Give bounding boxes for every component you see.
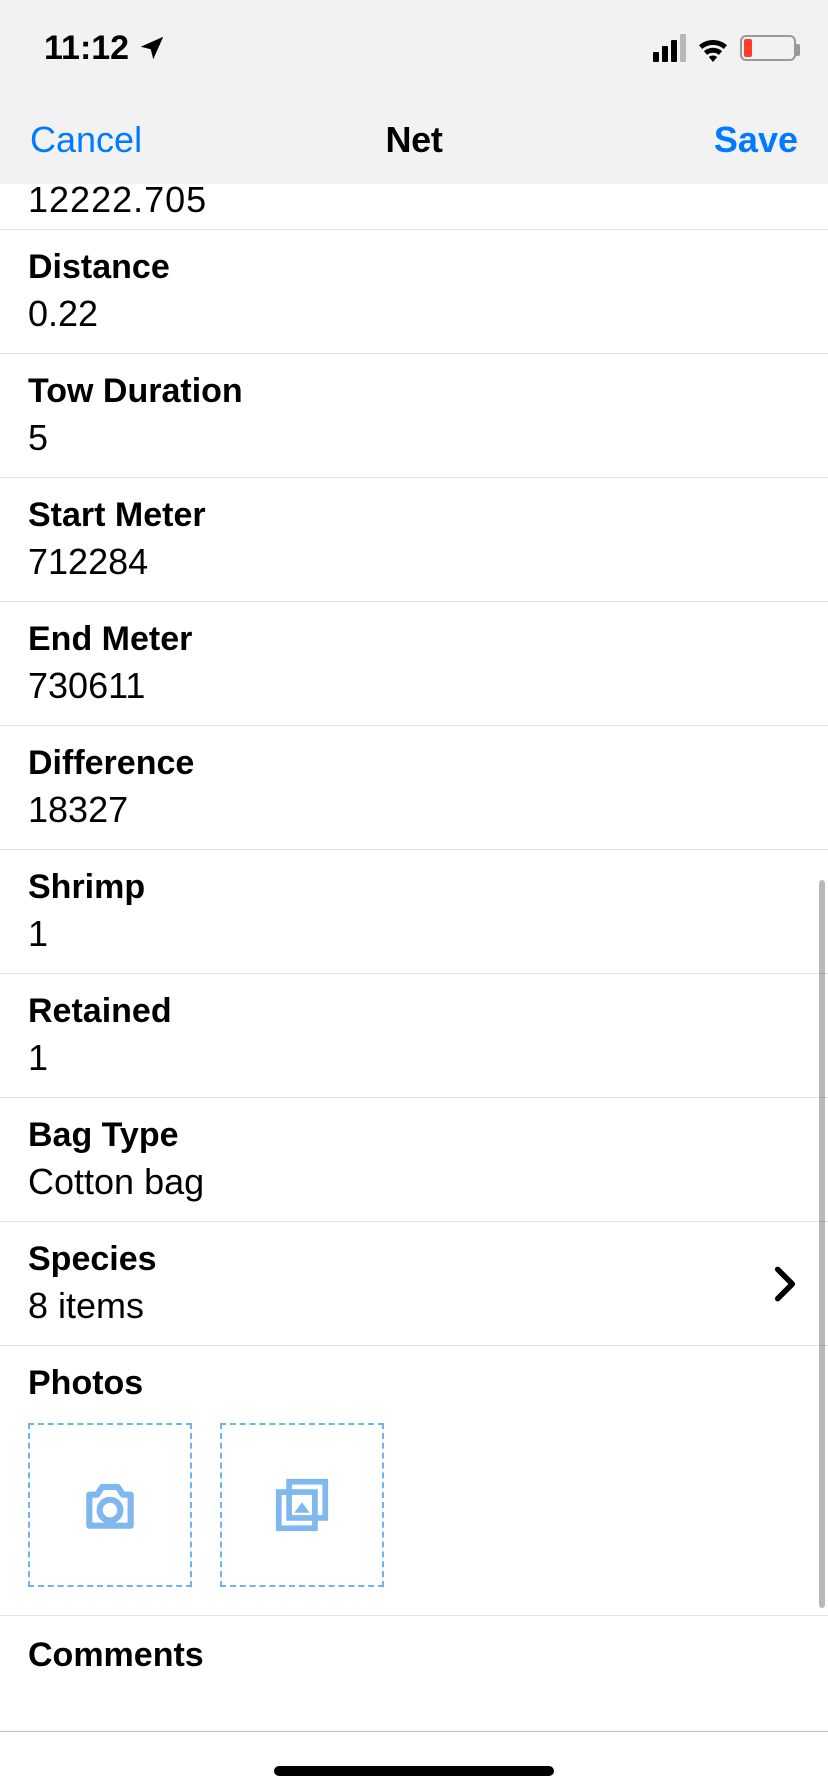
row-distance[interactable]: Distance 0.22 [0,230,828,354]
value-bag-type: Cotton bag [28,1161,800,1203]
label-end-meter: End Meter [28,620,800,659]
bottom-blank-area [0,1732,828,1792]
value-difference: 18327 [28,789,800,831]
label-start-meter: Start Meter [28,496,800,535]
wifi-icon [696,34,730,62]
save-button[interactable]: Save [714,119,798,160]
form-content: 12222.705 Distance 0.22 Tow Duration 5 S… [0,184,828,1732]
camera-icon [79,1474,141,1536]
label-shrimp: Shrimp [28,868,800,907]
gallery-icon [271,1474,333,1536]
status-time: 11:12 [44,29,129,68]
label-bag-type: Bag Type [28,1116,800,1155]
row-end-meter[interactable]: End Meter 730611 [0,602,828,726]
partial-row-above[interactable]: 12222.705 [0,184,828,230]
navigation-bar: Cancel Net Save [0,96,828,184]
row-shrimp[interactable]: Shrimp 1 [0,850,828,974]
value-distance: 0.22 [28,293,800,335]
row-photos: Photos [0,1346,828,1616]
value-end-meter: 730611 [28,665,800,707]
label-difference: Difference [28,744,800,783]
label-tow-duration: Tow Duration [28,372,800,411]
value-retained: 1 [28,1037,800,1079]
cellular-signal-icon [653,34,686,62]
value-start-meter: 712284 [28,541,800,583]
chevron-right-icon [774,1265,796,1303]
label-photos: Photos [28,1364,800,1403]
row-difference[interactable]: Difference 18327 [0,726,828,850]
scroll-indicator[interactable] [819,880,825,1608]
label-distance: Distance [28,248,800,287]
label-species: Species [28,1240,157,1279]
home-indicator[interactable] [274,1766,554,1776]
page-title: Net [385,119,442,161]
label-comments: Comments [28,1636,800,1675]
take-photo-button[interactable] [28,1423,192,1587]
row-comments[interactable]: Comments [0,1616,828,1732]
value-shrimp: 1 [28,913,800,955]
value-species: 8 items [28,1285,157,1327]
choose-photo-button[interactable] [220,1423,384,1587]
partial-row-value: 12222.705 [28,184,207,221]
row-tow-duration[interactable]: Tow Duration 5 [0,354,828,478]
value-tow-duration: 5 [28,417,800,459]
cancel-button[interactable]: Cancel [30,119,142,160]
row-retained[interactable]: Retained 1 [0,974,828,1098]
row-bag-type[interactable]: Bag Type Cotton bag [0,1098,828,1222]
status-bar: 11:12 [0,0,828,96]
row-start-meter[interactable]: Start Meter 712284 [0,478,828,602]
row-species[interactable]: Species 8 items [0,1222,828,1346]
battery-icon [740,35,796,61]
location-icon [137,33,167,63]
value-comments [28,1683,800,1713]
label-retained: Retained [28,992,800,1031]
